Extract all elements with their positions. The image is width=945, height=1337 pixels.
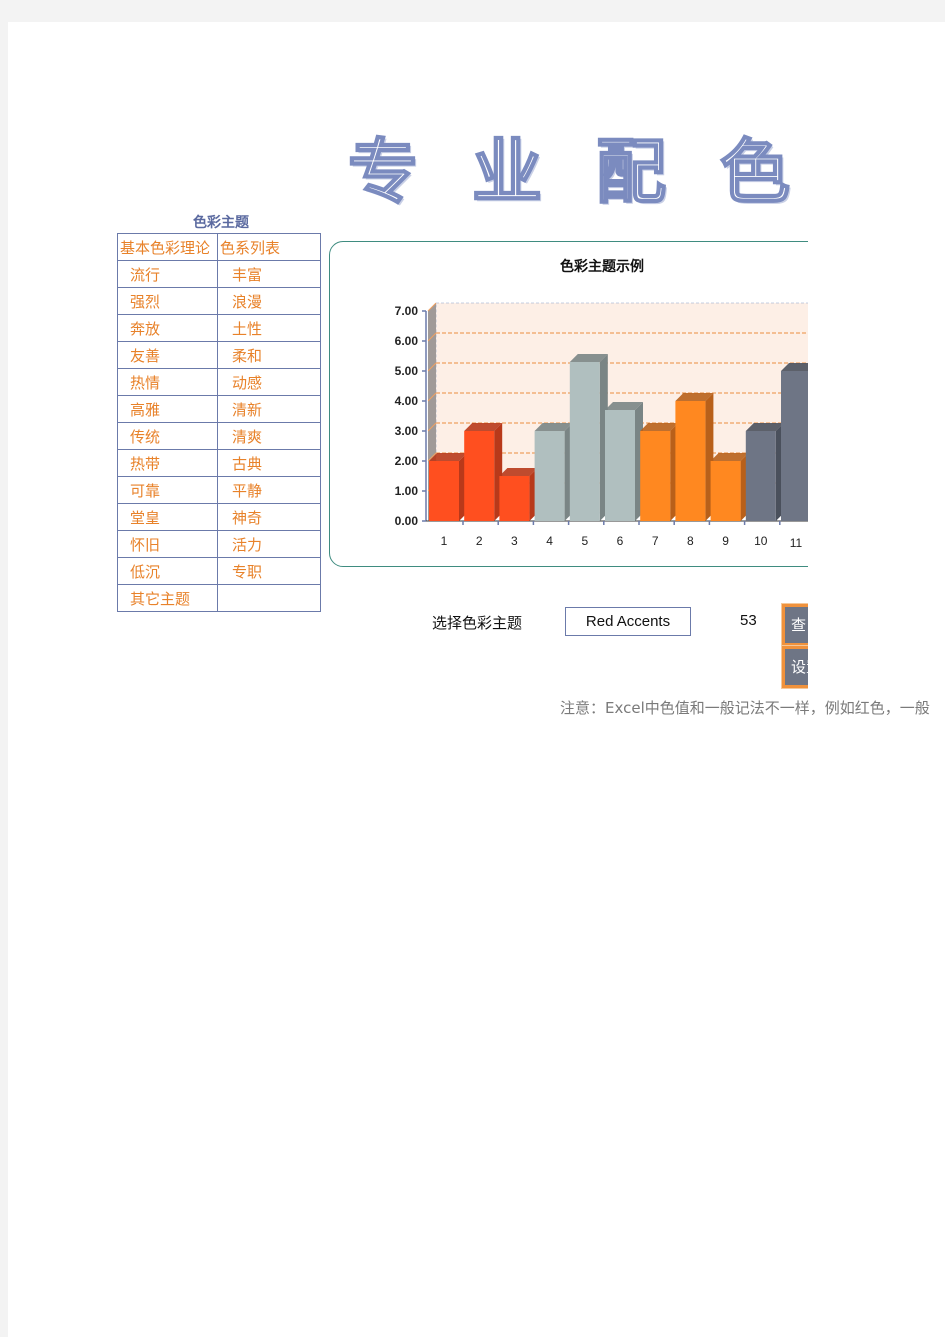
- theme-table-row: 传统 清爽: [117, 422, 321, 450]
- bar-chart: 0.00 1.00 2.00 3.00 4.00 5.00 6.00 7.00 1 2 3 4 5 6 7 8…: [395, 302, 808, 550]
- theme-cell-series[interactable]: 古典: [217, 449, 321, 477]
- theme-table-row: 怀旧 活力: [117, 530, 321, 558]
- theme-cell-series[interactable]: 色系列表: [217, 233, 321, 261]
- theme-table-row: 流行 丰富: [117, 260, 321, 288]
- theme-cell-basic[interactable]: 高雅: [117, 395, 218, 423]
- x-tick-label: 4: [546, 534, 553, 548]
- select-theme-label: 选择色彩主题: [432, 614, 523, 632]
- theme-table-row: 高雅 清新: [117, 395, 321, 423]
- theme-cell-series[interactable]: 神奇: [217, 503, 321, 531]
- theme-table: 基本色彩理论 色系列表 流行 丰富 强烈 浪漫 奔放 土性 友善 柔和 热情 动感 高雅 清新 传统 清爽 热带…: [117, 233, 321, 612]
- bar: [534, 431, 565, 521]
- y-tick-label: 4.00: [395, 394, 419, 408]
- y-tick-label: 2.00: [395, 454, 419, 468]
- y-tick-label: 5.00: [395, 364, 419, 378]
- theme-cell-series[interactable]: 专职: [217, 557, 321, 585]
- y-tick-label: 1.00: [395, 484, 419, 498]
- theme-table-row: 堂皇 神奇: [117, 503, 321, 531]
- theme-cell-basic[interactable]: 热带: [117, 449, 218, 477]
- theme-cell-series[interactable]: 清新: [217, 395, 321, 423]
- y-tick-label: 3.00: [395, 424, 419, 438]
- theme-table-row: 可靠 平静: [117, 476, 321, 504]
- theme-cell-basic[interactable]: 堂皇: [117, 503, 218, 531]
- theme-cell-basic[interactable]: 奔放: [117, 314, 218, 342]
- theme-table-row: 友善 柔和: [117, 341, 321, 369]
- note-text: 注意：Excel中色值和一般记法不一样，例如红色，一般: [560, 699, 930, 717]
- theme-cell-series[interactable]: 清爽: [217, 422, 321, 450]
- chart-container[interactable]: 色彩主题示例 0.00 1.00 2.00 3.00 4.00 5.00 6.00 7.00 1…: [329, 241, 808, 567]
- theme-table-row: 强烈 浪漫: [117, 287, 321, 315]
- theme-cell-basic[interactable]: 热情: [117, 368, 218, 396]
- x-tick-label: 5: [581, 534, 588, 548]
- worksheet: 专业配色 色彩主题 基本色彩理论 色系列表 流行 丰富 强烈 浪漫 奔放 土性 友善 柔和 热情 动感…: [8, 22, 945, 1337]
- x-tick-label: 7: [652, 534, 659, 548]
- theme-cell-series[interactable]: 土性: [217, 314, 321, 342]
- x-tick-label: 6: [617, 534, 624, 548]
- set-button[interactable]: 设置: [781, 645, 808, 689]
- theme-cell-basic[interactable]: 友善: [117, 341, 218, 369]
- bar: [781, 371, 808, 521]
- y-tick-label: 0.00: [395, 514, 419, 528]
- theme-table-caption: 色彩主题: [193, 215, 249, 231]
- y-tick-label: 6.00: [395, 334, 419, 348]
- theme-cell-basic[interactable]: 强烈: [117, 287, 218, 315]
- x-tick-label: 9: [722, 534, 729, 548]
- x-tick-label: 2: [476, 534, 483, 548]
- x-tick-label: 11: [790, 536, 803, 550]
- theme-cell-basic[interactable]: 其它主题: [117, 584, 218, 612]
- view-button[interactable]: 查: [781, 603, 808, 647]
- theme-cell-series[interactable]: 浪漫: [217, 287, 321, 315]
- theme-cell-basic[interactable]: 流行: [117, 260, 218, 288]
- bar: [464, 431, 495, 521]
- y-tick-label: 7.00: [395, 304, 419, 318]
- bar: [605, 410, 635, 521]
- theme-cell-basic[interactable]: 可靠: [117, 476, 218, 504]
- wordart-title: 专业配色: [348, 122, 808, 222]
- theme-table-row: 低沉 专职: [117, 557, 321, 585]
- bar: [710, 461, 741, 521]
- title-text: 专业配色: [348, 130, 808, 214]
- x-tick-label: 8: [687, 534, 694, 548]
- x-tick-label: 10: [754, 534, 768, 548]
- theme-cell-series[interactable]: 平静: [217, 476, 321, 504]
- bar: [569, 362, 600, 521]
- theme-cell-basic[interactable]: 基本色彩理论: [117, 233, 218, 261]
- x-tick-label: 3: [511, 534, 518, 548]
- theme-cell-basic[interactable]: 低沉: [117, 557, 218, 585]
- theme-table-row: 其它主题: [117, 584, 321, 612]
- visible-area: 专业配色 色彩主题 基本色彩理论 色系列表 流行 丰富 强烈 浪漫 奔放 土性 友善 柔和 热情 动感…: [8, 22, 808, 1337]
- bar: [499, 476, 530, 521]
- theme-number: 53: [740, 612, 757, 629]
- theme-select[interactable]: Red Accents: [565, 607, 691, 636]
- theme-table-row: 热带 古典: [117, 449, 321, 477]
- theme-table-row: 奔放 土性: [117, 314, 321, 342]
- bar: [640, 431, 671, 521]
- bar: [745, 431, 776, 521]
- bar: [429, 461, 459, 521]
- theme-cell-series[interactable]: 活力: [217, 530, 321, 558]
- theme-cell-series[interactable]: [217, 584, 321, 612]
- theme-table-row: 热情 动感: [117, 368, 321, 396]
- theme-cell-series[interactable]: 动感: [217, 368, 321, 396]
- theme-table-header: 基本色彩理论 色系列表: [117, 233, 321, 261]
- theme-cell-series[interactable]: 柔和: [217, 341, 321, 369]
- theme-cell-basic[interactable]: 怀旧: [117, 530, 218, 558]
- theme-cell-basic[interactable]: 传统: [117, 422, 218, 450]
- theme-cell-series[interactable]: 丰富: [217, 260, 321, 288]
- x-tick-label: 1: [441, 534, 448, 548]
- bar: [675, 401, 706, 521]
